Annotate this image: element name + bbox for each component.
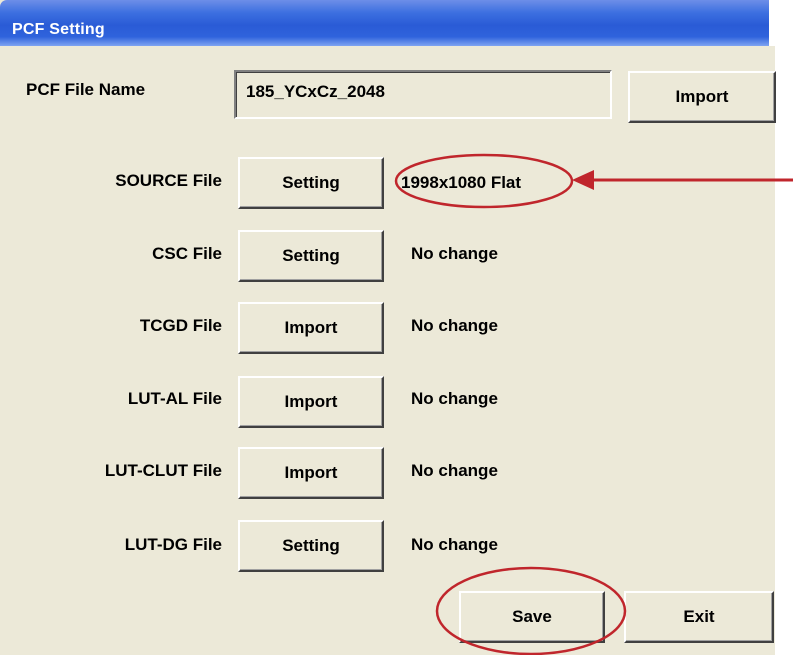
window-title: PCF Setting (12, 21, 105, 38)
tcgd-file-button-label: Import (284, 318, 338, 337)
pcf-import-button[interactable]: Import (628, 71, 776, 123)
title-bar-edge (769, 0, 793, 46)
lut-clut-file-import-button[interactable]: Import (238, 447, 384, 499)
source-file-label: SOURCE File (115, 171, 222, 190)
lut-clut-file-label: LUT-CLUT File (104, 461, 222, 480)
lut-dg-file-setting-button[interactable]: Setting (238, 520, 384, 572)
lut-al-file-label: LUT-AL File (127, 389, 222, 408)
source-file-status: 1998x1080 Flat (401, 173, 522, 192)
pcf-file-name-field[interactable]: 185_YCxCz_2048 (234, 70, 612, 119)
lut-clut-file-status: No change (411, 461, 498, 480)
lut-al-file-import-button[interactable]: Import (238, 376, 384, 428)
pcf-setting-window: PCF Setting PCF File Name 185_YCxCz_2048… (0, 0, 793, 655)
tcgd-file-label: TCGD File (139, 316, 222, 335)
exit-button[interactable]: Exit (624, 591, 774, 643)
exit-button-label: Exit (683, 607, 715, 626)
pcf-file-name-value: 185_YCxCz_2048 (246, 82, 385, 101)
tcgd-file-import-button[interactable]: Import (238, 302, 384, 354)
lut-dg-file-status: No change (411, 535, 498, 554)
source-file-setting-button[interactable]: Setting (238, 157, 384, 209)
pcf-import-label: Import (675, 87, 729, 106)
csc-file-status: No change (411, 244, 498, 263)
csc-file-label: CSC File (152, 244, 222, 263)
source-file-button-label: Setting (282, 173, 340, 192)
pcf-file-name-label: PCF File Name (26, 80, 146, 99)
tcgd-file-status: No change (411, 316, 498, 335)
lut-al-file-button-label: Import (284, 392, 338, 411)
lut-dg-file-label: LUT-DG File (124, 535, 222, 554)
csc-file-setting-button[interactable]: Setting (238, 230, 384, 282)
csc-file-button-label: Setting (282, 246, 340, 265)
lut-clut-file-button-label: Import (284, 463, 338, 482)
lut-dg-file-button-label: Setting (282, 536, 340, 555)
save-button[interactable]: Save (459, 591, 605, 643)
title-bar: PCF Setting (0, 0, 793, 46)
save-button-label: Save (512, 607, 552, 626)
window-right-edge (775, 46, 793, 655)
lut-al-file-status: No change (411, 389, 498, 408)
